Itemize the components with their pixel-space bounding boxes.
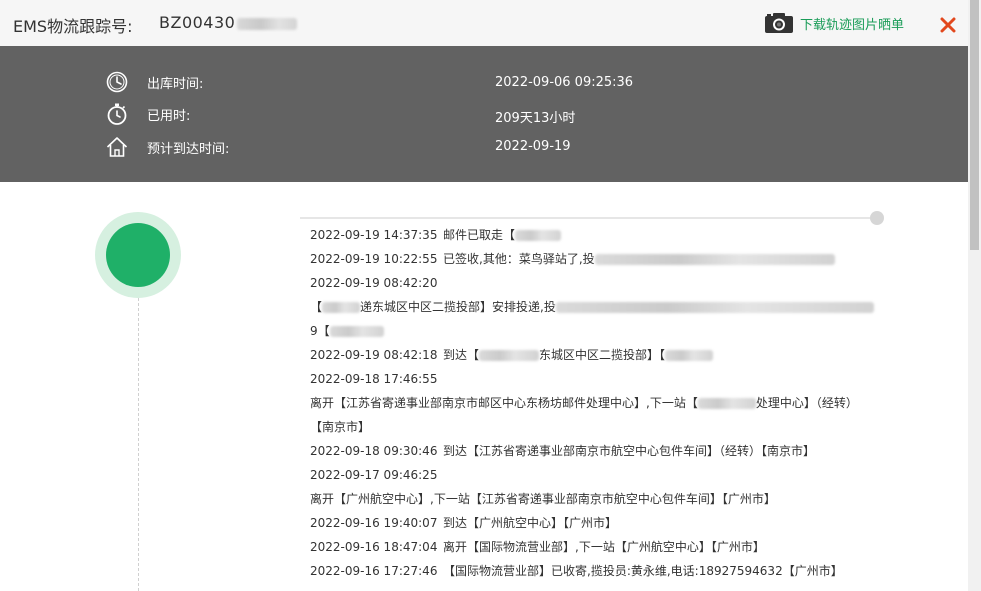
event-text: 到达【江苏省寄递事业部南京市航空中心包件车间】（经转）【南京市】 xyxy=(443,444,816,458)
list-item: 【南京市】 xyxy=(310,415,910,439)
tracking-number: BZ00430 xyxy=(159,13,298,32)
clock-icon xyxy=(106,71,128,93)
tracking-number-text: BZ00430 xyxy=(159,13,236,32)
event-text: 离开【江苏省寄递事业部南京市邮区中心东杨坊邮件处理中心】,下一站【 xyxy=(310,396,698,410)
event-time: 2022-09-19 08:42:20 xyxy=(310,276,438,290)
timeline-status-dot-core xyxy=(106,223,170,287)
timeline-connector xyxy=(138,298,139,591)
redacted-text xyxy=(594,254,835,265)
summary-value-elapsed: 209天13小时 xyxy=(495,111,576,126)
event-time: 2022-09-16 19:40:07 xyxy=(310,516,438,530)
event-time: 2022-09-17 09:46:25 xyxy=(310,468,438,482)
event-time: 2022-09-18 09:30:46 xyxy=(310,444,438,458)
summary-label: 预计到达时间: xyxy=(147,141,230,157)
shipment-summary-panel: 出库时间: 2022-09-06 09:25:36 已用时: 209天13小时 … xyxy=(0,46,968,182)
event-time: 2022-09-18 17:46:55 xyxy=(310,372,438,386)
stopwatch-icon xyxy=(107,103,127,125)
event-text: 已签收,其他：菜鸟驿站了,投 xyxy=(443,252,595,266)
redacted-text xyxy=(697,398,756,409)
list-item: 2022-09-16 19:40:07 到达【广州航空中心】【广州市】 xyxy=(310,511,910,535)
event-text: 离开【广州航空中心】,下一站【江苏省寄递事业部南京市航空中心包件车间】【广州市】 xyxy=(310,492,776,506)
redacted-text xyxy=(555,302,874,313)
list-item: 9【 xyxy=(310,319,910,343)
summary-row-dispatch-time: 出库时间: xyxy=(106,69,203,95)
event-text: 【 xyxy=(310,300,323,314)
list-item: 2022-09-19 10:22:55 已签收,其他：菜鸟驿站了,投 xyxy=(310,247,910,271)
event-text: 9【 xyxy=(310,324,330,338)
list-item: 2022-09-19 08:42:18 到达【 东城区中区二揽投部】【 xyxy=(310,343,910,367)
summary-row-eta: 预计到达时间: xyxy=(106,134,229,160)
redacted-text xyxy=(515,230,562,241)
list-item: 【 递东城区中区二揽投部】安排投递,投 xyxy=(310,295,910,319)
vertical-scrollbar[interactable] xyxy=(968,0,981,591)
redacted-text xyxy=(479,350,540,361)
event-time: 2022-09-16 17:27:46 xyxy=(310,564,438,578)
camera-icon xyxy=(765,13,793,33)
scrollbar-thumb[interactable] xyxy=(970,0,979,250)
download-track-image-label: 下载轨迹图片晒单 xyxy=(800,17,905,33)
summary-value-dispatch-time: 2022-09-06 09:25:36 xyxy=(495,75,634,90)
summary-label: 出库时间: xyxy=(147,76,204,92)
event-text: 东城区中区二揽投部】【 xyxy=(539,348,666,362)
list-item: 2022-09-18 17:46:55 xyxy=(310,367,910,391)
list-item: 2022-09-19 14:37:35 邮件已取走【 xyxy=(310,223,910,247)
event-text: 处理中心】（经转） xyxy=(755,396,858,410)
home-icon xyxy=(106,137,128,157)
summary-label: 已用时: xyxy=(147,108,191,124)
track-progress-line xyxy=(300,217,876,219)
download-track-image-button[interactable]: 下载轨迹图片晒单 xyxy=(764,12,904,34)
event-text: 到达【广州航空中心】【广州市】 xyxy=(443,516,618,530)
timeline-status-dot xyxy=(95,212,181,298)
event-time: 2022-09-19 10:22:55 xyxy=(310,252,438,266)
list-item: 2022-09-16 18:47:04 离开【国际物流营业部】,下一站【广州航空中… xyxy=(310,535,910,559)
event-text: 【南京市】 xyxy=(310,420,371,434)
header-bar: EMS物流跟踪号: BZ00430 下载轨迹图片晒单 xyxy=(0,0,968,47)
event-time: 2022-09-19 08:42:18 xyxy=(310,348,438,362)
summary-value-eta: 2022-09-19 xyxy=(495,139,571,154)
event-text: 到达【 xyxy=(443,348,480,362)
summary-row-elapsed: 已用时: xyxy=(106,101,190,127)
list-item: 2022-09-16 17:27:46 【国际物流营业部】已收寄,揽投员:黄永维,… xyxy=(310,559,910,583)
event-text: 【国际物流营业部】已收寄,揽投员:黄永维,电话:18927594632【广州市】 xyxy=(443,564,843,578)
list-item: 2022-09-18 09:30:46 到达【江苏省寄递事业部南京市航空中心包件车… xyxy=(310,439,910,463)
event-text: 递东城区中区二揽投部】安排投递,投 xyxy=(360,300,556,314)
tracking-event-list: 2022-09-19 14:37:35 邮件已取走【 2022-09-19 10:… xyxy=(310,223,910,583)
list-item: 离开【江苏省寄递事业部南京市邮区中心东杨坊邮件处理中心】,下一站【 处理中心】（经… xyxy=(310,391,910,415)
event-text: 邮件已取走【 xyxy=(443,228,516,242)
redacted-text xyxy=(665,350,714,361)
redacted-tracking-suffix xyxy=(237,17,298,30)
event-time: 2022-09-16 18:47:04 xyxy=(310,540,438,554)
event-time: 2022-09-19 14:37:35 xyxy=(310,228,438,242)
page-title: EMS物流跟踪号: xyxy=(13,17,133,36)
close-icon[interactable] xyxy=(940,17,956,33)
list-item: 离开【广州航空中心】,下一站【江苏省寄递事业部南京市航空中心包件车间】【广州市】 xyxy=(310,487,910,511)
list-item: 2022-09-17 09:46:25 xyxy=(310,463,910,487)
redacted-text xyxy=(322,302,361,313)
event-text: 离开【国际物流营业部】,下一站【广州航空中心】【广州市】 xyxy=(443,540,765,554)
redacted-text xyxy=(329,326,384,337)
list-item: 2022-09-19 08:42:20 xyxy=(310,271,910,295)
